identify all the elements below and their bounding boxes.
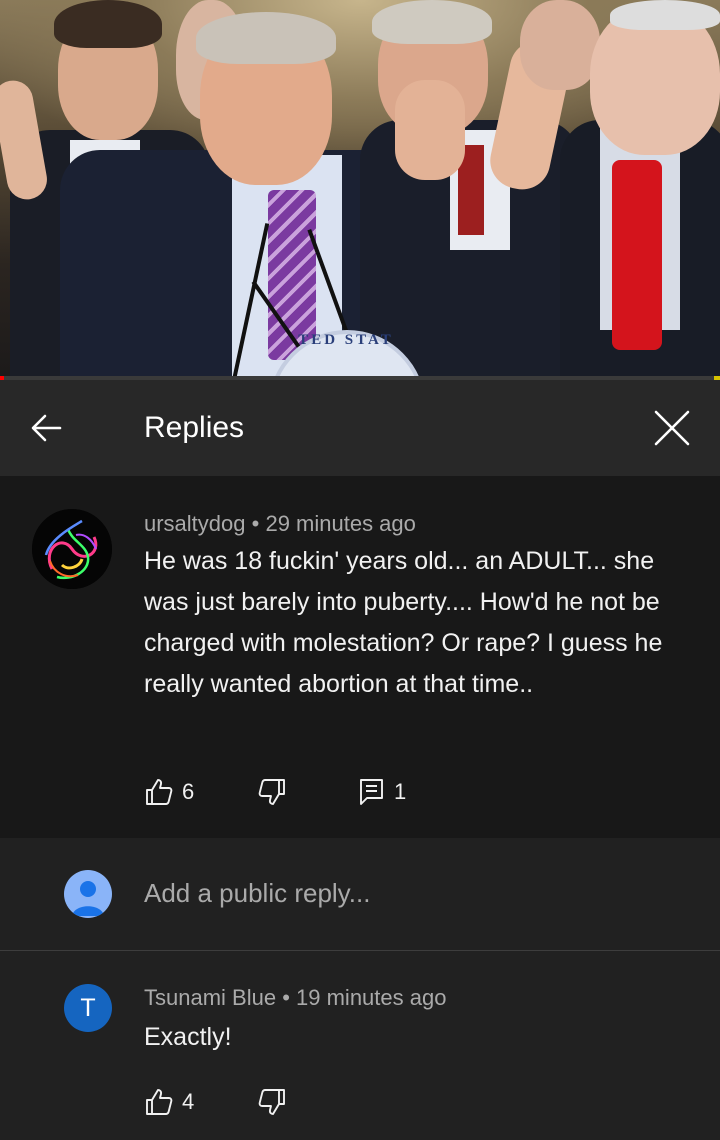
dislike-button[interactable] xyxy=(257,1082,287,1122)
comment-time: 29 minutes ago xyxy=(265,511,416,536)
comment-text: He was 18 fuckin' years old... an ADULT.… xyxy=(144,547,663,698)
thumbs-down-icon xyxy=(258,1089,285,1115)
arrow-left-icon xyxy=(31,414,62,442)
close-button[interactable] xyxy=(648,404,696,452)
thumbs-up-icon xyxy=(146,1089,173,1115)
thumbs-up-icon xyxy=(146,779,173,805)
like-count: 6 xyxy=(182,779,195,804)
meta-separator: • xyxy=(276,985,297,1010)
reply-composer xyxy=(0,838,720,951)
back-button[interactable] xyxy=(24,406,74,450)
comment-time: 19 minutes ago xyxy=(296,985,447,1010)
thumbs-down-icon xyxy=(258,779,285,805)
meta-separator: • xyxy=(245,511,266,536)
reply-count-button[interactable]: 1 xyxy=(358,772,406,812)
close-icon xyxy=(654,410,690,446)
user-icon xyxy=(72,881,104,916)
video-player[interactable]: TED STAT xyxy=(0,0,720,378)
like-button[interactable]: 6 xyxy=(144,772,194,812)
dislike-button[interactable] xyxy=(257,772,287,812)
reply-input[interactable] xyxy=(144,878,664,909)
podium-seal-text: TED STAT xyxy=(298,332,394,348)
comment-icon xyxy=(360,779,383,805)
comment-text: Exactly! xyxy=(144,1023,232,1051)
page-title: Replies xyxy=(144,411,245,444)
comment-meta: Tsunami Blue • 19 minutes ago xyxy=(144,985,446,1011)
parent-comment: ursaltydog • 29 minutes ago He was 18 fu… xyxy=(0,476,720,838)
comment-author[interactable]: ursaltydog xyxy=(144,511,246,536)
avatar xyxy=(64,870,112,918)
avatar[interactable]: T xyxy=(64,984,112,1032)
comment-meta: ursaltydog • 29 minutes ago xyxy=(144,511,416,537)
like-button[interactable]: 4 xyxy=(144,1082,194,1122)
reply-comment: T Tsunami Blue • 19 minutes ago Exactly!… xyxy=(0,951,720,1140)
avatar-swirl-icon xyxy=(32,509,112,589)
replies-header: Replies xyxy=(0,380,720,476)
like-count: 4 xyxy=(182,1089,195,1114)
reply-count: 1 xyxy=(394,779,407,804)
comment-author[interactable]: Tsunami Blue xyxy=(144,985,276,1010)
avatar[interactable] xyxy=(32,509,112,589)
